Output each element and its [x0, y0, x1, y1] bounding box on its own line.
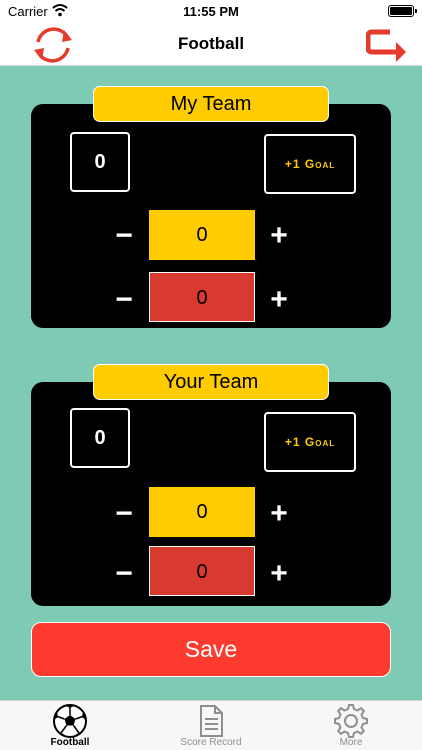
- decrement-red-button[interactable]: −: [109, 556, 139, 592]
- tab-more[interactable]: More: [296, 701, 406, 750]
- add-goal-button[interactable]: +1 Goal: [264, 134, 356, 194]
- decrement-yellow-button[interactable]: −: [109, 218, 139, 254]
- tab-score-record[interactable]: Score Record: [156, 701, 266, 750]
- yellow-card-counter: 0: [149, 210, 255, 260]
- red-card-counter: 0: [149, 546, 255, 596]
- page-title: Football: [177, 34, 245, 53]
- add-goal-button[interactable]: +1 Goal: [264, 412, 356, 472]
- increment-red-button[interactable]: +: [264, 282, 294, 318]
- increment-yellow-button[interactable]: +: [264, 496, 294, 532]
- tab-label: Football: [50, 737, 90, 748]
- status-bar: Carrier 11:55 PM: [0, 0, 422, 22]
- document-icon: [200, 705, 223, 737]
- team-panel-your-team: 0 +1 Goal − 0 + − 0 +: [31, 382, 391, 606]
- team-panel-my-team: 0 +1 Goal − 0 + − 0 +: [31, 104, 391, 328]
- team-title-my-team: My Team: [93, 86, 329, 122]
- increment-yellow-button[interactable]: +: [264, 218, 294, 254]
- increment-red-button[interactable]: +: [264, 556, 294, 592]
- status-time: 11:55 PM: [183, 4, 239, 19]
- score-box: 0: [70, 408, 130, 468]
- tab-label: Score Record: [180, 737, 242, 748]
- decrement-red-button[interactable]: −: [109, 282, 139, 318]
- tab-bar: Football Score Record More: [0, 700, 422, 750]
- red-card-counter: 0: [149, 272, 255, 322]
- gear-icon: [334, 704, 368, 738]
- battery-icon: [388, 5, 417, 17]
- save-button[interactable]: Save: [31, 622, 391, 677]
- soccer-ball-icon: [53, 704, 87, 738]
- tab-label: More: [339, 737, 363, 748]
- redo-arrow-icon[interactable]: [366, 26, 408, 62]
- team-title-your-team: Your Team: [93, 364, 329, 400]
- decrement-yellow-button[interactable]: −: [109, 496, 139, 532]
- yellow-card-counter: 0: [149, 487, 255, 537]
- tab-football[interactable]: Football: [15, 701, 125, 750]
- nav-bar: Football: [0, 22, 422, 66]
- score-box: 0: [70, 132, 130, 192]
